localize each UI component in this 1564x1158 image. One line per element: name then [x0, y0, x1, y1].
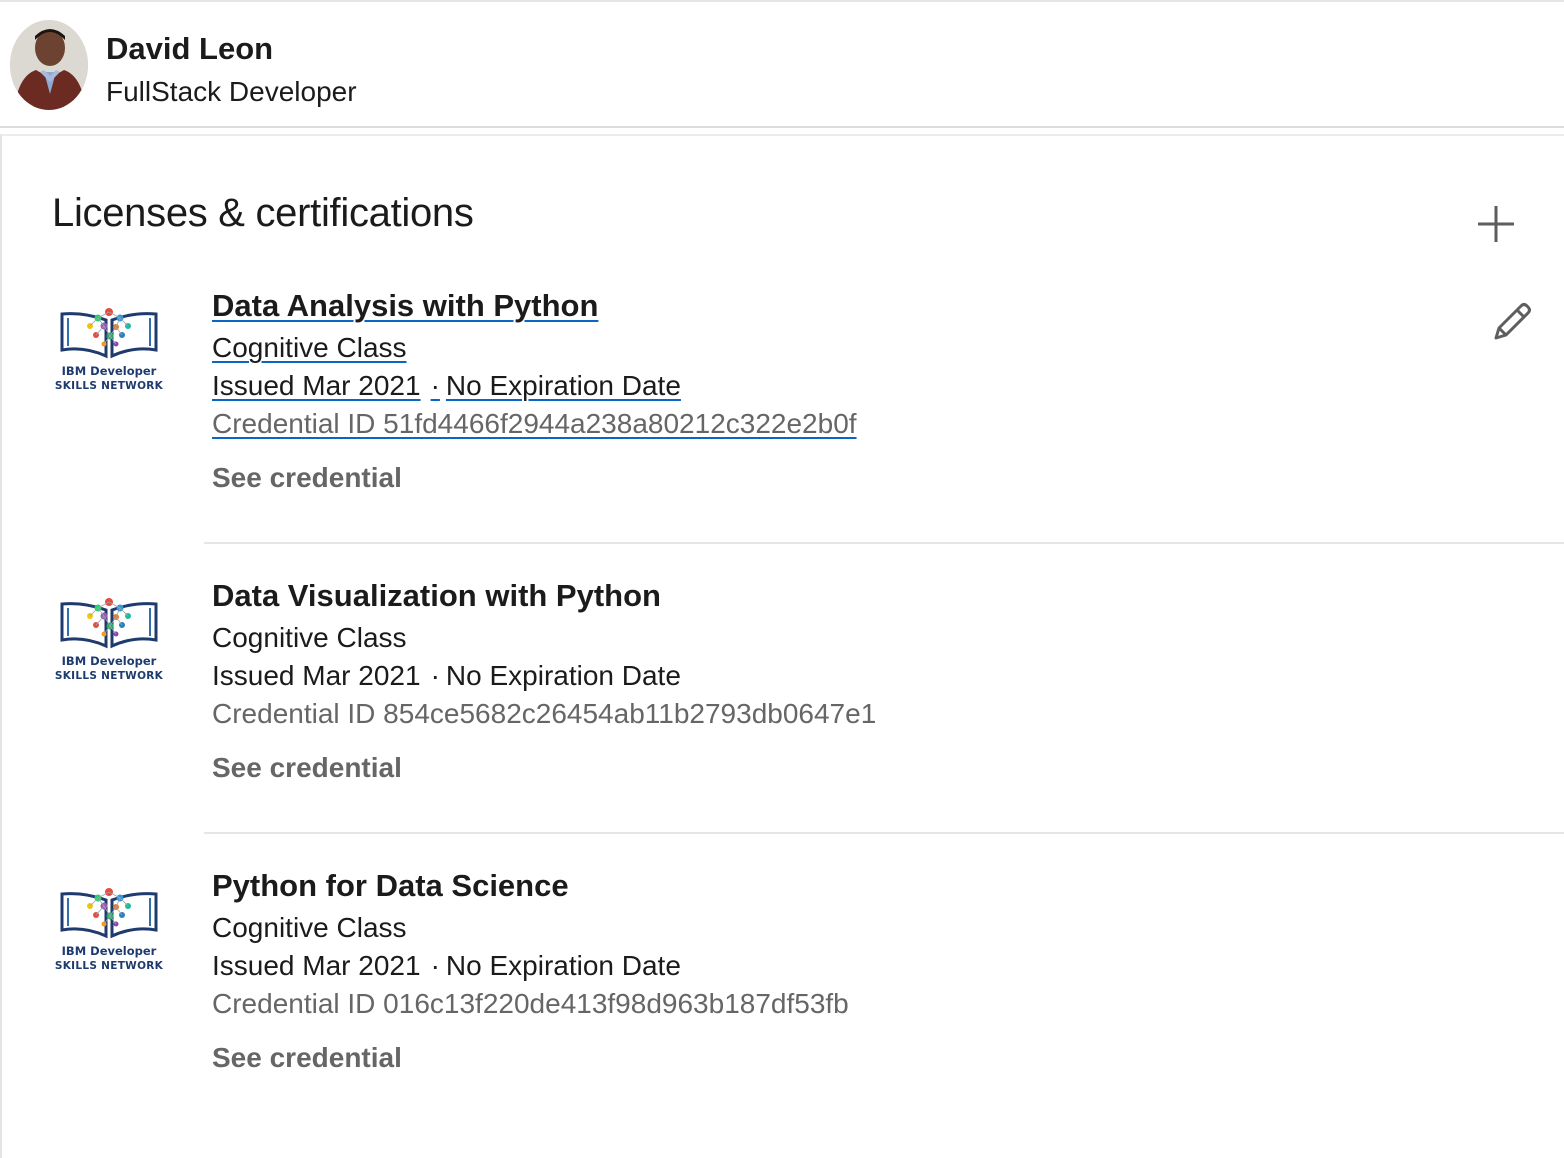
certification-item: IBM Developer SKILLS NETWORK Python for … — [2, 866, 1564, 1156]
credential-id-link[interactable]: Credential ID 51fd4466f2944a238a80212c32… — [212, 406, 857, 442]
expiration-date: No Expiration Date — [445, 660, 681, 691]
certification-title-link[interactable]: Python for Data Science — [212, 866, 569, 906]
ibm-skills-network-logo[interactable]: IBM Developer SKILLS NETWORK — [54, 592, 164, 692]
logo-text-line2: SKILLS NETWORK — [54, 380, 164, 392]
certification-issuer-link[interactable]: Cognitive Class — [212, 910, 407, 946]
certification-title-link[interactable]: Data Visualization with Python — [212, 576, 661, 616]
certification-item: IBM Developer SKILLS NETWORK Data Analys… — [2, 286, 1564, 576]
user-headline: FullStack Developer — [106, 76, 357, 107]
dot-separator: · — [430, 950, 440, 981]
issued-date: Issued Mar 2021 — [212, 660, 421, 691]
certification-dates[interactable]: Issued Mar 2021 · No Expiration Date — [212, 658, 681, 694]
ibm-skills-network-logo[interactable]: IBM Developer SKILLS NETWORK — [54, 302, 164, 402]
credential-id-link[interactable]: Credential ID 016c13f220de413f98d963b187… — [212, 986, 849, 1022]
add-certification-button[interactable] — [1470, 198, 1522, 250]
credential-id-link[interactable]: Credential ID 854ce5682c26454ab11b2793db… — [212, 696, 876, 732]
see-credential-button[interactable]: See credential — [212, 460, 402, 496]
dot-separator: · — [430, 370, 440, 401]
section-title: Licenses & certifications — [52, 191, 474, 235]
logo-text-line1: IBM Developer — [61, 944, 157, 958]
logo-text-line1: IBM Developer — [61, 654, 157, 668]
dot-separator: · — [430, 660, 440, 691]
certification-issuer-link[interactable]: Cognitive Class — [212, 620, 407, 656]
expiration-date: No Expiration Date — [445, 370, 681, 401]
certification-issuer-link[interactable]: Cognitive Class — [212, 330, 407, 366]
issued-date: Issued Mar 2021 — [212, 370, 421, 401]
ibm-skills-network-logo[interactable]: IBM Developer SKILLS NETWORK — [54, 882, 164, 982]
profile-page: David Leon FullStack Developer Licenses … — [0, 0, 1564, 1158]
divider — [204, 832, 1564, 834]
logo-text-line2: SKILLS NETWORK — [54, 670, 164, 682]
logo-text-line1: IBM Developer — [61, 364, 157, 378]
see-credential-button[interactable]: See credential — [212, 1040, 402, 1076]
user-name[interactable]: David Leon — [106, 30, 273, 68]
expiration-date: No Expiration Date — [445, 950, 681, 981]
divider — [204, 542, 1564, 544]
avatar[interactable] — [10, 20, 88, 110]
see-credential-button[interactable]: See credential — [212, 750, 402, 786]
plus-icon — [1478, 206, 1514, 242]
profile-header: David Leon FullStack Developer — [0, 0, 1564, 128]
licenses-section: Licenses & certifications IBM Developer … — [0, 134, 1564, 1158]
certification-dates[interactable]: Issued Mar 2021 · No Expiration Date — [212, 948, 681, 984]
certification-title-link[interactable]: Data Analysis with Python — [212, 286, 598, 326]
certification-item: IBM Developer SKILLS NETWORK Data Visual… — [2, 576, 1564, 866]
issued-date: Issued Mar 2021 — [212, 950, 421, 981]
logo-text-line2: SKILLS NETWORK — [54, 960, 164, 972]
certification-dates[interactable]: Issued Mar 2021 · No Expiration Date — [212, 368, 681, 404]
